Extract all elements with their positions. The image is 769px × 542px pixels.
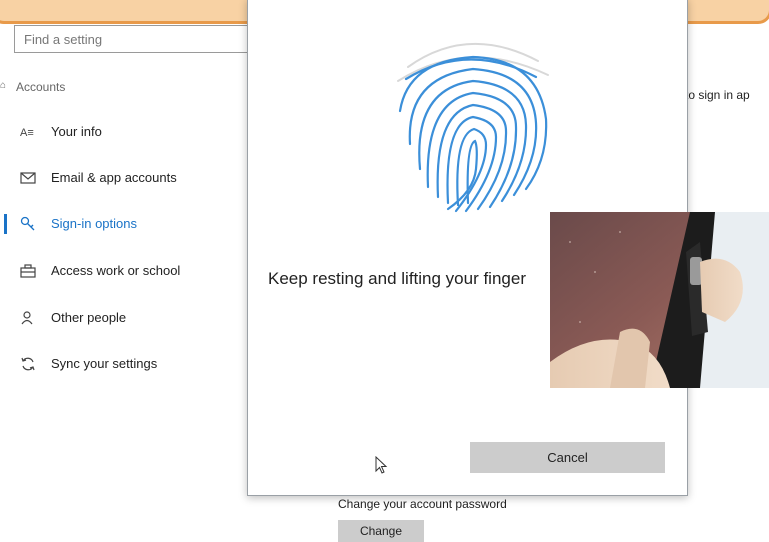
person-card-icon: A≡ — [20, 127, 34, 139]
sidebar-item-label: Your info — [51, 124, 102, 139]
fingerprint-icon — [397, 42, 549, 213]
dialog-instruction: Keep resting and lifting your finger — [268, 269, 526, 288]
sidebar-item-access-work[interactable]: Access work or school — [0, 255, 240, 287]
sign-in-partial-text: to sign in ap — [685, 88, 750, 102]
svg-text:A≡: A≡ — [20, 127, 34, 139]
sidebar-item-label: Other people — [51, 310, 127, 325]
sidebar-item-email[interactable]: Email & app accounts — [0, 162, 240, 194]
cancel-button[interactable]: Cancel — [470, 442, 665, 473]
sidebar-item-other-people[interactable]: Other people — [0, 302, 240, 334]
sidebar-item-label: Access work or school — [51, 263, 181, 278]
active-indicator — [4, 214, 7, 234]
change-password-text: Change your account password — [338, 497, 507, 511]
key-icon — [20, 216, 35, 231]
change-password-button[interactable]: Change — [338, 520, 424, 542]
search-input[interactable]: Find a setting — [14, 25, 254, 53]
sidebar-item-your-info[interactable]: A≡ Your info — [0, 116, 240, 148]
sidebar-item-sync[interactable]: Sync your settings — [0, 348, 240, 380]
sidebar-item-label: Sign-in options — [51, 216, 137, 231]
person-add-icon — [21, 311, 33, 325]
mail-icon — [20, 172, 36, 184]
home-icon: ⌂ — [0, 80, 7, 91]
mouse-cursor-icon — [375, 456, 388, 474]
fingerprint-sensor-photo — [550, 212, 769, 388]
briefcase-icon — [20, 264, 36, 278]
sync-icon — [21, 357, 35, 371]
sidebar-item-label: Sync your settings — [51, 356, 158, 371]
sidebar-item-label: Email & app accounts — [51, 170, 177, 185]
section-title: Accounts — [16, 80, 66, 94]
sidebar-item-sign-in-options[interactable]: Sign-in options — [0, 208, 240, 240]
